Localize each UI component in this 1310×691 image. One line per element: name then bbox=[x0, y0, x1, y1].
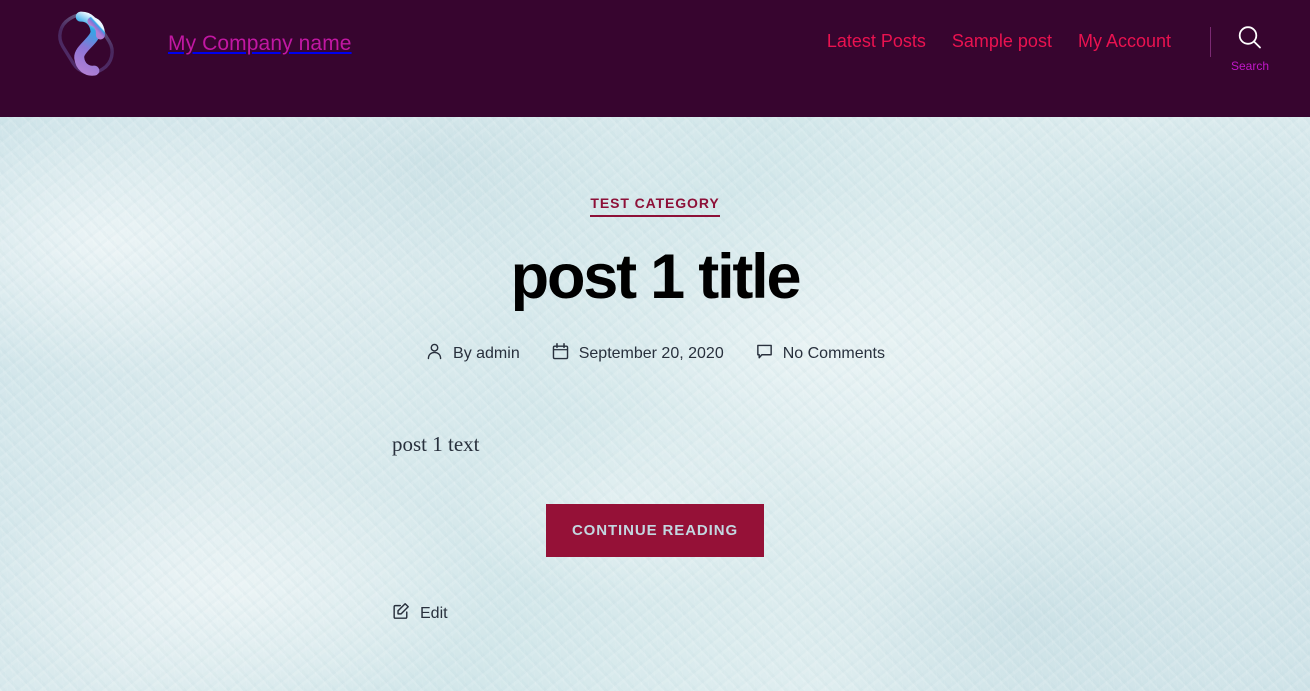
nav-link-latest-posts[interactable]: Latest Posts bbox=[814, 31, 939, 52]
post-article: TEST CATEGORY post 1 title By admin Sept… bbox=[0, 117, 1310, 625]
nav-link-my-account[interactable]: My Account bbox=[1065, 31, 1171, 52]
site-header: My Company name Latest Posts Sample post… bbox=[0, 0, 1310, 117]
edit-pencil-icon bbox=[392, 602, 410, 625]
comment-bubble-icon bbox=[755, 342, 774, 366]
meta-date-label: September 20, 2020 bbox=[578, 344, 724, 362]
site-branding[interactable]: My Company name bbox=[51, 6, 352, 82]
search-toggle-button[interactable]: Search bbox=[1212, 23, 1288, 73]
entry-inner: TEST CATEGORY post 1 title By admin Sept… bbox=[365, 195, 945, 625]
brand-name: My Company name bbox=[168, 32, 352, 55]
company-logo-ribbon-icon bbox=[51, 6, 121, 82]
page-title: post 1 title bbox=[365, 242, 945, 312]
meta-author: By admin bbox=[425, 342, 520, 366]
continue-reading-wrap: CONTINUE READING bbox=[365, 504, 945, 558]
edit-label: Edit bbox=[420, 604, 448, 622]
person-icon bbox=[425, 342, 444, 366]
category-links: TEST CATEGORY bbox=[365, 195, 945, 217]
edit-post-link[interactable]: Edit bbox=[392, 602, 448, 625]
meta-date: September 20, 2020 bbox=[551, 342, 724, 366]
post-body-text: post 1 text bbox=[392, 431, 480, 456]
category-link-test-category[interactable]: TEST CATEGORY bbox=[590, 195, 720, 217]
entry-content: post 1 text bbox=[365, 429, 945, 461]
meta-author-label[interactable]: By admin bbox=[453, 345, 520, 363]
meta-comments: No Comments bbox=[755, 342, 885, 366]
continue-reading-button[interactable]: CONTINUE READING bbox=[545, 504, 765, 558]
edit-wrap: Edit bbox=[365, 602, 945, 625]
search-icon bbox=[1212, 23, 1288, 55]
meta-comments-label[interactable]: No Comments bbox=[783, 345, 885, 363]
entry-meta: By admin September 20, 2020 No Comments bbox=[365, 342, 945, 366]
search-label: Search bbox=[1230, 59, 1270, 73]
primary-navigation: Latest Posts Sample post My Account bbox=[814, 31, 1171, 52]
header-divider bbox=[1210, 27, 1211, 57]
calendar-icon bbox=[551, 342, 570, 366]
nav-link-sample-post[interactable]: Sample post bbox=[939, 31, 1065, 52]
post-title-link[interactable]: post 1 title bbox=[511, 242, 802, 312]
